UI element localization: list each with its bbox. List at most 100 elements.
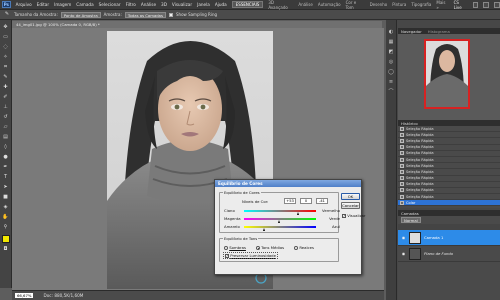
shape-tool-icon[interactable]: ■ xyxy=(2,193,10,201)
eyedropper-icon[interactable]: ✎ xyxy=(2,73,10,81)
preview-checkbox[interactable]: ✓ xyxy=(342,214,346,218)
history-item-active[interactable]: Colar xyxy=(398,200,500,207)
foreground-color-swatch[interactable] xyxy=(1,235,10,243)
styles-panel-icon[interactable]: ◩ xyxy=(388,48,395,55)
menu-ajuda[interactable]: Ajuda xyxy=(215,2,227,7)
eyedropper-tool-icon[interactable]: ✎ xyxy=(3,11,11,19)
healing-brush-icon[interactable]: ✚ xyxy=(2,83,10,91)
hand-tool-icon[interactable]: ✋ xyxy=(2,213,10,221)
workspace-automacao-button[interactable]: Automação xyxy=(318,2,341,7)
menu-filtro[interactable]: Filtro xyxy=(126,2,136,7)
menu-visualizar[interactable]: Visualizar xyxy=(172,2,192,7)
quick-mask-icon[interactable]: ◘ xyxy=(2,245,10,253)
visibility-eye-icon[interactable]: ◉ xyxy=(401,251,406,256)
level-magenta-green-input[interactable]: 0 xyxy=(300,198,312,204)
radio-button[interactable] xyxy=(294,246,299,250)
adjustments-panel-icon[interactable]: ◎ xyxy=(388,58,395,65)
navigator-thumbnail[interactable] xyxy=(424,39,470,109)
history-item-label: Seleção Rápida xyxy=(406,151,434,156)
quick-selection-icon xyxy=(400,188,404,193)
workspace-more-button[interactable]: Mais » xyxy=(436,0,448,10)
document-tab[interactable]: 44_img01.jpg @ 100% (Camada 0, RGB/8) * xyxy=(12,21,382,28)
menu-janela[interactable]: Janela xyxy=(197,2,210,7)
workspace-desenho-button[interactable]: Desenho xyxy=(370,2,388,7)
lasso-tool-icon[interactable]: ◌ xyxy=(2,43,10,51)
radio-button-selected[interactable] xyxy=(255,246,260,250)
tab-layers[interactable]: Camadas xyxy=(401,211,419,216)
quick-selection-tool-icon[interactable]: ✧ xyxy=(2,53,10,61)
pen-tool-icon[interactable]: ✒ xyxy=(2,163,10,171)
clone-stamp-icon[interactable]: ⊥ xyxy=(2,103,10,111)
paste-icon xyxy=(400,200,404,205)
workspace-tipografia-button[interactable]: Tipografia xyxy=(411,2,431,7)
yellow-blue-slider[interactable]: Amarelo Azul xyxy=(224,224,340,231)
visibility-eye-icon[interactable]: ◉ xyxy=(401,235,406,240)
radio-button[interactable] xyxy=(224,246,228,250)
menu-imagem[interactable]: Imagem xyxy=(54,2,71,7)
layer-row-camada-1[interactable]: ◉ Camada 1 xyxy=(398,230,500,246)
magenta-green-slider[interactable]: Magenta Verde xyxy=(224,216,340,223)
radio-shadows[interactable]: Sombras xyxy=(224,245,246,250)
tone-radio-group: Sombras Tons Médios Realces xyxy=(224,245,314,250)
radio-midtones[interactable]: Tons Médios xyxy=(255,245,284,250)
close-icon[interactable] xyxy=(494,1,500,8)
brush-tool-icon[interactable]: ✐ xyxy=(2,93,10,101)
path-selection-icon[interactable]: ➤ xyxy=(2,183,10,191)
channels-panel-icon[interactable]: ≡ xyxy=(388,78,395,85)
menu-3d[interactable]: 3D xyxy=(161,2,167,7)
history-item-label: Seleção Rápida xyxy=(406,194,434,199)
dialog-title[interactable]: Equilíbrio de Cores xyxy=(215,180,361,187)
show-sampling-ring-checkbox[interactable] xyxy=(169,12,173,17)
workspace-analise-button[interactable]: Análise xyxy=(298,2,313,7)
crop-tool-icon[interactable]: ⌗ xyxy=(2,63,10,71)
preview-row[interactable]: ✓ Visualizar xyxy=(342,213,366,218)
type-tool-icon[interactable]: T xyxy=(2,173,10,181)
workspace-3d-button[interactable]: 3D Avançado xyxy=(268,0,293,10)
menu-analise[interactable]: Análise xyxy=(141,2,156,7)
menu-arquivo[interactable]: Arquivo xyxy=(16,2,32,7)
dodge-tool-icon[interactable]: ● xyxy=(2,153,10,161)
masks-panel-icon[interactable]: ◯ xyxy=(388,68,395,75)
menu-camada[interactable]: Camada xyxy=(76,2,93,7)
menu-selecionar[interactable]: Selecionar xyxy=(99,2,121,7)
3d-rotate-icon[interactable]: ◈ xyxy=(2,203,10,211)
tab-histogram[interactable]: Histograma xyxy=(428,29,450,34)
color-panel-icon[interactable]: ◐ xyxy=(388,28,395,35)
level-yellow-blue-input[interactable]: -41 xyxy=(316,198,328,204)
yellow-blue-track[interactable] xyxy=(244,226,316,229)
zoom-tool-icon[interactable]: ⚲ xyxy=(2,223,10,231)
workspace-essenciais-button[interactable]: ESSENCIAIS xyxy=(231,1,264,8)
gradient-tool-icon[interactable]: ▤ xyxy=(2,133,10,141)
cyan-red-slider[interactable]: Ciano Vermelho xyxy=(224,208,340,215)
zoom-level-field[interactable]: 66,67% xyxy=(15,293,34,298)
radio-highlights[interactable]: Realces xyxy=(294,245,314,250)
tab-navigator[interactable]: Navegador xyxy=(401,29,422,34)
tab-history[interactable]: Histórico xyxy=(401,121,418,126)
maximize-icon[interactable] xyxy=(483,1,490,8)
marquee-tool-icon[interactable]: ▭ xyxy=(2,33,10,41)
minimize-icon[interactable] xyxy=(472,1,479,8)
level-cyan-red-input[interactable]: +53 xyxy=(284,198,296,204)
preserve-luminosity-row[interactable]: ✓ Preservar Luminosidade xyxy=(223,252,278,259)
history-brush-icon[interactable]: ↺ xyxy=(2,113,10,121)
workspace-pintura-button[interactable]: Pintura xyxy=(392,2,406,7)
paths-panel-icon[interactable]: ⌒ xyxy=(388,88,395,95)
sample-select[interactable]: Todas as Camadas xyxy=(124,11,166,18)
slider-thumb[interactable] xyxy=(297,212,300,215)
cancel-button[interactable]: Cancelar xyxy=(341,202,360,209)
ok-button[interactable]: OK xyxy=(341,193,360,200)
slider-thumb[interactable] xyxy=(263,228,266,231)
menu-editar[interactable]: Editar xyxy=(37,2,49,7)
blur-tool-icon[interactable]: ◊ xyxy=(2,143,10,151)
move-tool-icon[interactable]: ✥ xyxy=(2,23,10,31)
slider-thumb[interactable] xyxy=(278,220,281,223)
workspace-cor-tom-button[interactable]: Cor e Tom xyxy=(346,0,365,10)
swatches-panel-icon[interactable]: ▦ xyxy=(388,38,395,45)
layer-row-plano-de-fundo[interactable]: ◉ Plano de Fundo xyxy=(398,246,500,262)
preserve-luminosity-checkbox[interactable]: ✓ xyxy=(225,254,229,258)
sample-size-select[interactable]: Ponto de Amostra xyxy=(60,11,101,18)
cyan-red-track[interactable] xyxy=(244,210,316,213)
cs-live-button[interactable]: CS Live xyxy=(454,0,468,10)
blend-mode-select[interactable]: Normal xyxy=(401,217,421,223)
eraser-tool-icon[interactable]: ▱ xyxy=(2,123,10,131)
